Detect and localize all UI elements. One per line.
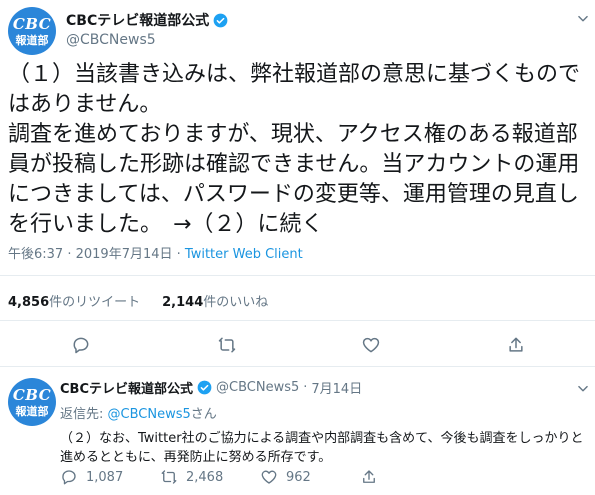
reply-share-action[interactable] <box>360 468 460 486</box>
like-label: 件のいいね <box>203 295 269 310</box>
reply-to-handle[interactable]: @CBCNews5 <box>108 407 191 422</box>
reply-handle[interactable]: @CBCNews5 <box>216 380 299 395</box>
like-icon <box>261 470 277 484</box>
avatar-logo: CBC <box>12 385 52 404</box>
share-icon[interactable] <box>506 335 526 355</box>
verified-badge-icon <box>197 380 212 395</box>
retweet-icon[interactable] <box>217 335 237 355</box>
tweet-meta: 午後6:37 · 2019年7月14日 · Twitter Web Client <box>8 243 303 262</box>
reply-to-label: 返信先: <box>60 407 104 422</box>
divider <box>0 320 595 321</box>
tweet-text: （１）当該書き込みは、弊社報道部の意思に基づくものではありません。 調査を進めて… <box>8 62 581 237</box>
display-name-text: CBCテレビ報道部公式 <box>66 13 210 29</box>
chevron-down-icon[interactable] <box>576 382 590 396</box>
retweet-stat[interactable]: 4,856件のリツイート <box>8 291 140 310</box>
handle[interactable]: @CBCNews5 <box>66 32 228 48</box>
like-stat[interactable]: 2,144件のいいね <box>162 291 268 310</box>
like-icon[interactable] <box>361 335 381 355</box>
display-name[interactable]: CBCテレビ報道部公式 <box>66 10 228 30</box>
reply-to-line: 返信先: @CBCNews5さん <box>60 403 590 422</box>
retweet-count: 4,856 <box>8 295 50 310</box>
reply-header: CBCテレビ報道部公式 @CBCNews5 · 7月14日 <box>60 378 590 397</box>
avatar[interactable]: CBC 報道部 <box>8 7 56 55</box>
tweet-date[interactable]: 2019年7月14日 <box>76 247 173 262</box>
reply-like-count: 962 <box>286 469 311 485</box>
tweet-time[interactable]: 午後6:37 <box>8 247 63 262</box>
reply-icon <box>62 470 76 485</box>
reply-tweet[interactable]: CBCテレビ報道部公式 @CBCNews5 · 7月14日 返信先: @CBCN… <box>60 378 590 467</box>
reply-retweet-count: 2,468 <box>186 469 224 485</box>
author-block[interactable]: CBCテレビ報道部公式 @CBCNews5 <box>66 10 228 48</box>
reply-reply-count: 1,087 <box>86 469 124 485</box>
divider <box>0 275 595 276</box>
verified-badge-icon <box>213 13 228 27</box>
reply-action-bar: 1,087 2,468 962 <box>60 468 460 486</box>
meta-separator: · <box>63 247 76 262</box>
reply-separator: · <box>303 380 308 395</box>
share-icon <box>363 470 375 483</box>
reply-date[interactable]: 7月14日 <box>311 378 362 397</box>
tweet-stats: 4,856件のリツイート 2,144件のいいね <box>8 291 268 310</box>
reply-like-action[interactable]: 962 <box>260 468 360 486</box>
chevron-down-icon[interactable] <box>576 12 590 26</box>
reply-icon[interactable] <box>71 335 91 355</box>
tweet-client[interactable]: Twitter Web Client <box>185 247 303 262</box>
tweet-action-bar <box>0 333 595 357</box>
retweet-icon <box>161 470 177 484</box>
reply-avatar[interactable]: CBC 報道部 <box>8 378 56 426</box>
avatar-subtitle: 報道部 <box>15 404 49 418</box>
avatar-logo: CBC <box>12 14 52 33</box>
reply-to-suffix: さん <box>190 407 217 422</box>
reply-text: （２）なお、Twitter社のご協力による調査や内部調査も含めて、今後も調査をし… <box>60 431 584 465</box>
like-count: 2,144 <box>162 295 204 310</box>
reply-reply-action[interactable]: 1,087 <box>60 468 160 486</box>
retweet-label: 件のリツイート <box>49 295 141 310</box>
reply-retweet-action[interactable]: 2,468 <box>160 468 260 486</box>
meta-separator-2: · <box>172 247 185 262</box>
avatar-subtitle: 報道部 <box>15 33 49 47</box>
reply-display-name[interactable]: CBCテレビ報道部公式 <box>60 378 193 397</box>
divider <box>0 366 595 367</box>
